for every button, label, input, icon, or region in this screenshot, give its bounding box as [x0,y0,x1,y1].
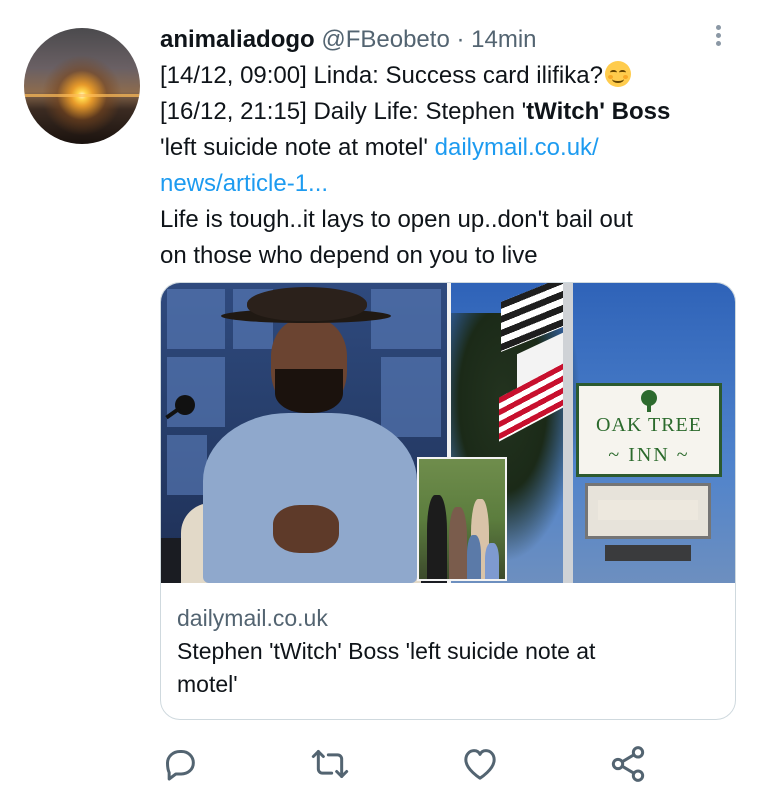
header-separator: · [456,26,465,53]
tweet-time[interactable]: 14min [471,26,536,53]
article-link-part2[interactable]: news/article-1... [160,170,328,197]
tweet-header: animaliadogo @FBeobeto · 14min [160,22,740,58]
article-link-part1[interactable]: dailymail.co.uk/ [435,134,599,161]
heart-icon [464,749,496,780]
like-button[interactable] [460,744,500,784]
author-handle[interactable]: @FBeobeto [321,26,449,53]
tweet-line-2: [16/12, 21:15] Daily Life: Stephen 'tWit… [160,94,740,130]
motel-sign-line-2: ~ INN ~ [608,444,690,466]
tweet-line-3-text: 'left suicide note at motel' [160,134,435,161]
retweet-icon [311,750,349,778]
card-title: Stephen 'tWitch' Boss 'left suicide note… [177,635,717,701]
tweet-line-5: Life is tough..it lays to open up..don't… [160,206,633,233]
retweet-button[interactable] [310,744,350,784]
card-domain: dailymail.co.uk [177,605,328,631]
tweet-line-3: 'left suicide note at motel' dailymail.c… [160,130,740,166]
reply-button[interactable] [160,744,200,784]
card-image-left [161,283,447,583]
tweet-line-2-text: [16/12, 21:15] Daily Life: Stephen ' [160,98,527,125]
share-icon [611,746,645,782]
card-image[interactable]: OAK TREE ~ INN ~ [161,283,735,583]
tweet-line-1: [14/12, 09:00] Linda: Success card ilifi… [160,58,740,94]
reply-icon [166,750,195,781]
link-preview-card[interactable]: OAK TREE ~ INN ~ dailymail.co.uk Stephen… [160,282,736,720]
author-avatar[interactable] [24,28,140,144]
tweet-actions [160,738,740,788]
card-title-line-1: Stephen 'tWitch' Boss 'left suicide note… [177,638,596,664]
smiling-face-emoji-icon [604,61,631,87]
tweet-body: animaliadogo @FBeobeto · 14min [14/12, 0… [160,22,740,274]
family-photo-inset [417,457,507,581]
card-title-line-2: motel' [177,671,238,697]
motel-sign: OAK TREE ~ INN ~ [576,383,722,477]
motel-sign-line-1: OAK TREE [596,414,702,436]
author-name[interactable]: animaliadogo [160,26,315,53]
tweet-line-1-text: [14/12, 09:00] Linda: Success card ilifi… [160,62,603,89]
avatar-horizon [24,94,140,97]
tweet-line-6: on those who depend on you to live [160,242,538,269]
share-button[interactable] [608,744,648,784]
tweet-line-2-bold: tWitch' Boss [526,98,671,125]
tweet-line-4: news/article-1... [160,166,740,202]
